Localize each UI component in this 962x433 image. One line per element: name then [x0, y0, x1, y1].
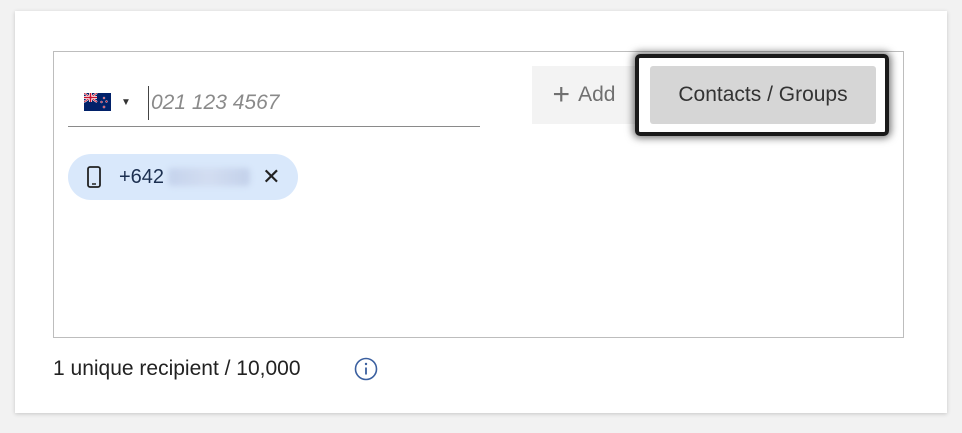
recipient-card: ▼ + Add Contacts / Groups +642 ✕ 1 uniqu… — [15, 11, 947, 413]
add-button[interactable]: + Add — [532, 66, 636, 124]
recipient-number: +642 — [119, 165, 165, 188]
recipient-count: 1 unique recipient / 10,000 — [53, 357, 301, 380]
contacts-groups-button[interactable]: Contacts / Groups — [650, 66, 876, 124]
recipient-chip: +642 ✕ — [68, 154, 298, 200]
add-button-label: Add — [578, 83, 616, 106]
new-zealand-flag-icon — [84, 93, 111, 111]
phone-entry-row: ▼ — [68, 80, 480, 127]
country-selector[interactable]: ▼ — [84, 89, 131, 115]
plus-icon: + — [552, 78, 571, 111]
recipient-box: ▼ + Add Contacts / Groups +642 ✕ — [53, 51, 904, 338]
phone-number-input[interactable] — [148, 86, 473, 120]
close-icon[interactable]: ✕ — [262, 166, 280, 188]
redacted-digits — [168, 168, 251, 186]
chevron-down-icon: ▼ — [121, 96, 131, 108]
mobile-phone-icon — [87, 166, 101, 188]
info-icon[interactable] — [354, 357, 378, 381]
